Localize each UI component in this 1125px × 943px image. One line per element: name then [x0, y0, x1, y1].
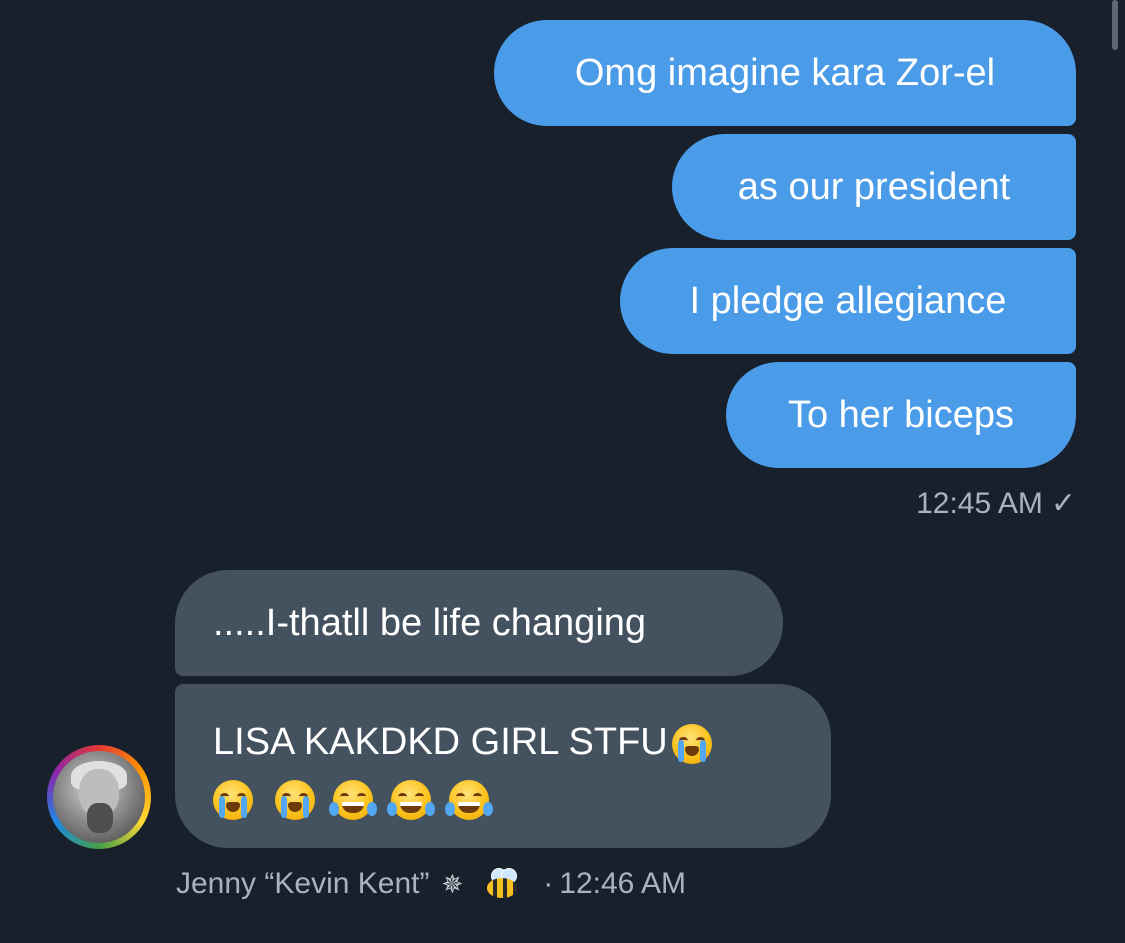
face-with-tears-of-joy-icon [387, 779, 435, 820]
message-line-2 [213, 770, 831, 826]
message-text: To her biceps [787, 394, 1014, 436]
message-text: LISA KAKDKD GIRL STFU [213, 721, 668, 763]
avatar-photo [53, 751, 145, 843]
message-text: as our president [737, 166, 1011, 208]
loudly-crying-face-icon [671, 723, 712, 764]
sender-name[interactable]: Jenny “Kevin Kent” [176, 864, 429, 904]
scrollbar[interactable] [1112, 0, 1118, 50]
loudly-crying-face-icon [213, 779, 253, 820]
message-line-1: LISA KAKDKD GIRL STFU [213, 714, 831, 770]
sender-meta: Jenny “Kevin Kent” ✵ · 12:46 AM [176, 864, 686, 904]
message-text: I pledge allegiance [689, 280, 1007, 322]
outgoing-message-3[interactable]: I pledge allegiance [620, 248, 1076, 354]
outgoing-message-4[interactable]: To her biceps [726, 362, 1076, 468]
check-icon: ✓ [1050, 487, 1076, 520]
separator-dot: · [543, 867, 554, 900]
incoming-message-2[interactable]: LISA KAKDKD GIRL STFU [175, 684, 831, 848]
timestamp-text: 12:45 AM [916, 487, 1043, 520]
message-text: Omg imagine kara Zor-el [574, 52, 996, 94]
chat-screen: Omg imagine kara Zor-el as our president… [0, 0, 1125, 943]
sender-avatar[interactable] [47, 745, 151, 849]
face-with-tears-of-joy-icon [445, 779, 493, 820]
incoming-timestamp: 12:46 AM [559, 867, 687, 900]
sparkle-icon: ✵ [441, 869, 464, 899]
loudly-crying-face-icon [275, 779, 315, 820]
outgoing-message-1[interactable]: Omg imagine kara Zor-el [494, 20, 1076, 126]
outgoing-message-2[interactable]: as our president [672, 134, 1076, 240]
incoming-message-1[interactable]: .....I-thatll be life changing [175, 570, 783, 676]
outgoing-timestamp: 12:45 AM ✓ [870, 484, 1076, 524]
bee-icon [481, 868, 521, 900]
message-text: .....I-thatll be life changing [213, 602, 647, 644]
face-with-tears-of-joy-icon [329, 779, 377, 820]
